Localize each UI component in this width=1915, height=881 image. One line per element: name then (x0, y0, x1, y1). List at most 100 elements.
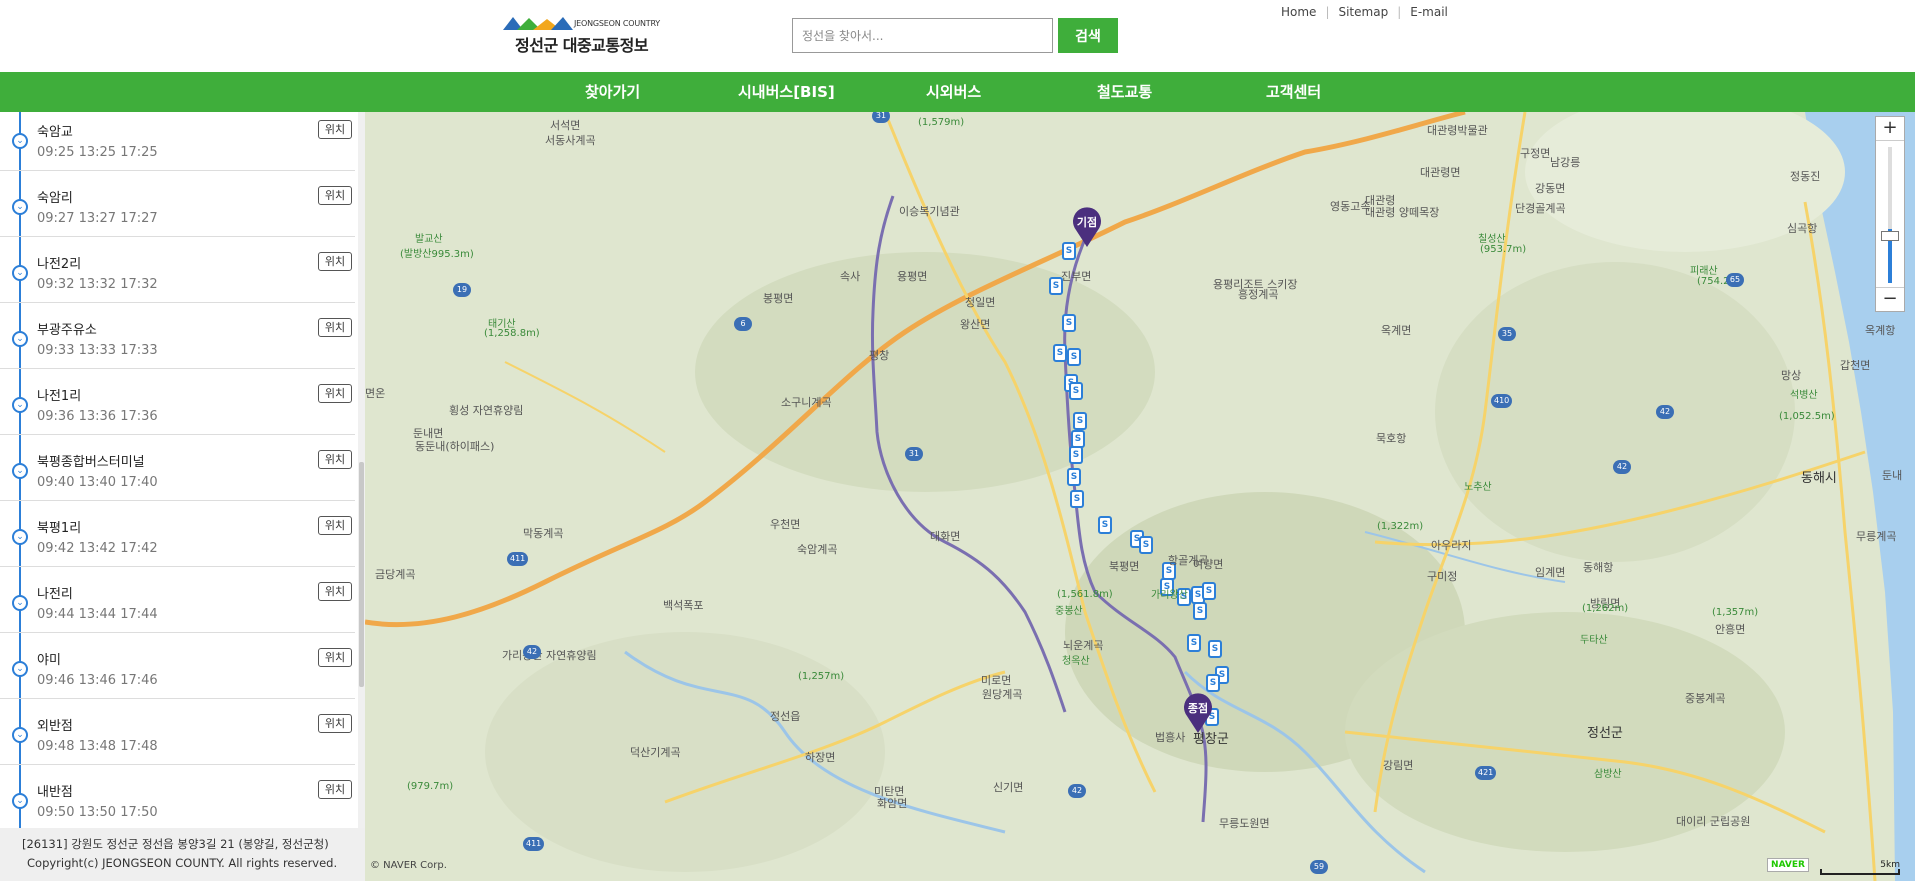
stop-list-item[interactable]: ⌄ 숙암리 09:27 13:27 17:27 위치 (0, 171, 355, 237)
map-place-label: 갑천면 (1840, 359, 1871, 372)
map-stop-marker[interactable]: S (1053, 344, 1067, 362)
stop-location-button[interactable]: 위치 (318, 186, 352, 205)
map-place-label: 뇌운계곡 (1063, 639, 1104, 652)
home-link[interactable]: Home (1281, 5, 1316, 19)
stop-list-item[interactable]: ⌄ 북평1리 09:42 13:42 17:42 위치 (0, 501, 355, 567)
stop-location-button[interactable]: 위치 (318, 582, 352, 601)
stop-location-button[interactable]: 위치 (318, 780, 352, 799)
map-place-label: 대화면 (930, 530, 961, 543)
stop-times: 09:40 13:40 17:40 (37, 475, 158, 490)
map-place-label: 임계면 (1535, 566, 1566, 579)
map-stop-marker[interactable]: S (1069, 382, 1083, 400)
zoom-control: + − (1875, 116, 1905, 312)
zoom-out-button[interactable]: − (1876, 287, 1904, 311)
map-place-label: 발교산 (415, 234, 443, 245)
map-place-label: (979.7m) (407, 781, 454, 792)
site-logo[interactable]: JEONGSEON COUNTRY 정선군 대중교통정보 (500, 14, 660, 58)
map-place-label: 가리왕산 (1151, 590, 1188, 601)
stop-location-button[interactable]: 위치 (318, 252, 352, 271)
stop-list-item[interactable]: ⌄ 내반점 09:50 13:50 17:50 위치 (0, 765, 355, 828)
nav-item-city-bus[interactable]: 시내버스[BIS] (738, 81, 835, 102)
stop-name: 나전리 (37, 587, 73, 602)
stop-location-button[interactable]: 위치 (318, 450, 352, 469)
stop-list-item[interactable]: ⌄ 숙암교 09:25 13:25 17:25 위치 (0, 112, 355, 171)
route-start-pin[interactable]: 기점 (1072, 206, 1102, 248)
map-place-label: 면온 (365, 387, 386, 400)
site-footer: [26131] 강원도 정선군 정선읍 봉양3길 21 (봉양길, 정선군청) … (0, 828, 365, 881)
naver-logo[interactable]: NAVER (1767, 858, 1809, 872)
zoom-in-button[interactable]: + (1876, 117, 1904, 141)
map-stop-marker[interactable]: S (1208, 640, 1222, 658)
stop-list-item[interactable]: ⌄ 나전리 09:44 13:44 17:44 위치 (0, 567, 355, 633)
map-place-label: (1,561.8m) (1057, 589, 1113, 600)
map-stop-marker[interactable]: S (1187, 634, 1201, 652)
stop-location-button[interactable]: 위치 (318, 648, 352, 667)
route-number-badge: 42 (1068, 784, 1086, 798)
stop-list-item[interactable]: ⌄ 외반점 09:48 13:48 17:48 위치 (0, 699, 355, 765)
stop-times: 09:48 13:48 17:48 (37, 739, 158, 754)
map-place-label: 흥정계곡 (1238, 288, 1279, 301)
map-place-label: 원당계곡 (982, 688, 1023, 701)
map-stop-marker[interactable]: S (1193, 602, 1207, 620)
stop-list-item[interactable]: ⌄ 북평종합버스터미널 09:40 13:40 17:40 위치 (0, 435, 355, 501)
stop-location-button[interactable]: 위치 (318, 384, 352, 403)
map-place-label: (953.7m) (1480, 244, 1527, 255)
chevron-down-icon: ⌄ (12, 595, 28, 611)
nav-item-customer-center[interactable]: 고객센터 (1266, 81, 1321, 102)
zoom-slider-handle[interactable] (1881, 231, 1899, 241)
nav-item-intercity-bus[interactable]: 시외버스 (926, 81, 981, 102)
map-stop-marker[interactable]: S (1139, 536, 1153, 554)
route-map[interactable]: S S S S S S S S S S S S S S S S S S S S … (365, 112, 1915, 881)
stop-times: 09:42 13:42 17:42 (37, 541, 158, 556)
map-stop-marker[interactable]: S (1067, 348, 1081, 366)
stop-list-item[interactable]: ⌄ 야미 09:46 13:46 17:46 위치 (0, 633, 355, 699)
route-number-badge: 35 (1498, 327, 1516, 341)
route-number-badge: 42 (1613, 460, 1631, 474)
stop-name: 부광주유소 (37, 323, 97, 338)
route-number-badge: 42 (1656, 405, 1674, 419)
stop-location-button[interactable]: 위치 (318, 120, 352, 139)
stop-list-item[interactable]: ⌄ 부광주유소 09:33 13:33 17:33 위치 (0, 303, 355, 369)
map-place-label: (1,579m) (918, 117, 965, 128)
map-attribution: © NAVER Corp. (370, 860, 447, 871)
map-stop-marker[interactable]: S (1067, 468, 1081, 486)
search-input[interactable] (792, 18, 1053, 53)
map-stop-marker[interactable]: S (1069, 446, 1083, 464)
stop-list-item[interactable]: ⌄ 나전1리 09:36 13:36 17:36 위치 (0, 369, 355, 435)
stop-times: 09:46 13:46 17:46 (37, 673, 158, 688)
route-start-label: 기점 (1076, 216, 1098, 229)
map-place-label: (1,257m) (798, 671, 845, 682)
map-stop-marker[interactable]: S (1202, 582, 1216, 600)
map-stop-marker[interactable]: S (1206, 674, 1220, 692)
map-place-label: 무릉도원면 (1219, 817, 1270, 830)
stop-location-button[interactable]: 위치 (318, 516, 352, 535)
map-stop-marker[interactable]: S (1070, 490, 1084, 508)
map-stop-marker[interactable]: S (1098, 516, 1112, 534)
map-place-label: 석병산 (1790, 390, 1818, 401)
main-nav: 찾아가기 시내버스[BIS] 시외버스 철도교통 고객센터 (0, 72, 1915, 112)
nav-item-rail[interactable]: 철도교통 (1097, 81, 1152, 102)
search-button[interactable]: 검색 (1058, 18, 1118, 53)
nav-item-directions[interactable]: 찾아가기 (585, 81, 640, 102)
email-link[interactable]: E-mail (1410, 5, 1448, 19)
route-number-badge: 421 (1475, 766, 1497, 780)
route-number-badge: 19 (453, 283, 471, 297)
map-place-label: 대관령박물관 (1427, 124, 1488, 137)
map-stop-marker[interactable]: S (1073, 412, 1087, 430)
map-place-label: 동해시 (1801, 471, 1837, 486)
stop-location-button[interactable]: 위치 (318, 714, 352, 733)
stop-times: 09:50 13:50 17:50 (37, 805, 158, 820)
map-place-label: 진부면 (1061, 270, 1092, 283)
sitemap-link[interactable]: Sitemap (1338, 5, 1388, 19)
map-place-label: 영동고속 (1330, 200, 1371, 213)
chevron-down-icon: ⌄ (12, 397, 28, 413)
stop-name: 나전1리 (37, 389, 82, 404)
utility-links: Home | Sitemap | E-mail (1281, 5, 1448, 19)
stop-list-item[interactable]: ⌄ 나전2리 09:32 13:32 17:32 위치 (0, 237, 355, 303)
stop-list-scrollbar-thumb[interactable] (359, 462, 364, 687)
map-place-label: (1,262m) (1582, 603, 1629, 614)
map-place-label: 가리왕산 자연휴양림 (502, 649, 597, 662)
stop-location-button[interactable]: 위치 (318, 318, 352, 337)
map-place-label: 서동사계곡 (545, 134, 596, 147)
map-stop-marker[interactable]: S (1062, 314, 1076, 332)
